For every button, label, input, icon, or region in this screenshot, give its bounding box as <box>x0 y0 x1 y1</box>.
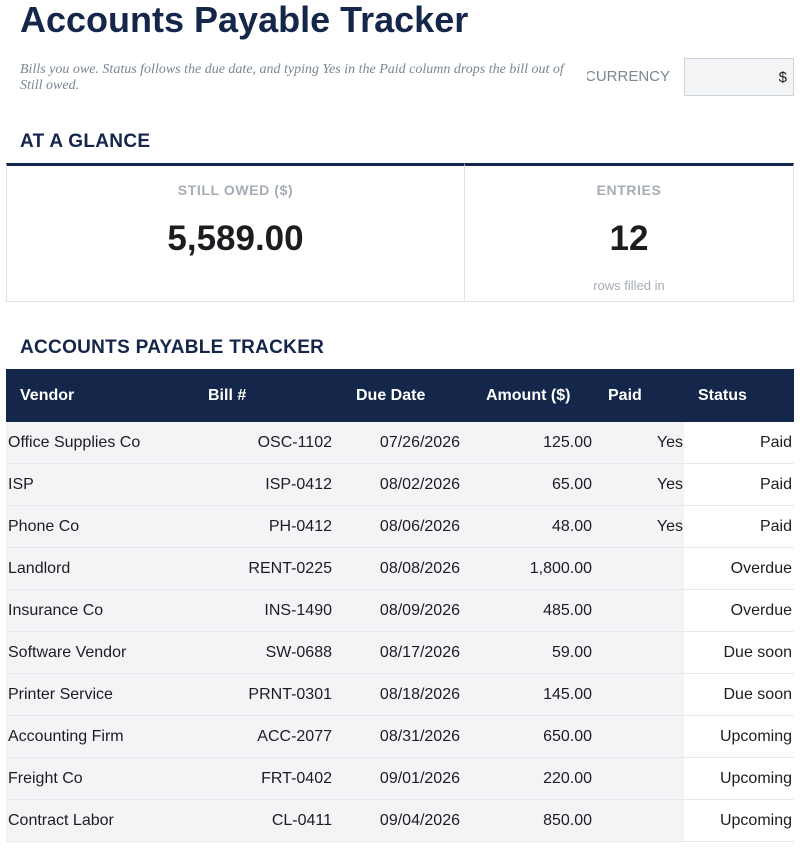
cell-amount[interactable]: 125.00 <box>470 422 598 464</box>
page-title: Accounts Payable Tracker <box>20 0 469 40</box>
cell-bill-number[interactable]: CL-0411 <box>200 799 340 842</box>
cell-status[interactable]: Due soon <box>684 631 794 674</box>
table-row: Freight Co FRT-0402 09/01/2026 220.00 Upcomi… <box>6 757 794 800</box>
cell-bill-number[interactable]: INS-1490 <box>200 589 340 632</box>
cell-vendor[interactable]: ISP <box>6 463 200 506</box>
cell-status[interactable]: Overdue <box>684 589 794 632</box>
table-row: Accounting Firm ACC-2077 08/31/2026 650.00 U… <box>6 715 794 758</box>
cell-vendor[interactable]: Office Supplies Co <box>6 422 200 464</box>
cell-vendor[interactable]: Software Vendor <box>6 631 200 674</box>
cell-paid[interactable] <box>598 715 684 758</box>
currency-input[interactable] <box>684 58 794 96</box>
column-header-amount[interactable]: Amount ($) <box>470 369 598 422</box>
cell-amount[interactable]: 485.00 <box>470 589 598 632</box>
cell-status[interactable]: Upcoming <box>684 715 794 758</box>
table-row: Insurance Co INS-1490 08/09/2026 485.00 Over… <box>6 589 794 632</box>
cell-amount[interactable]: 48.00 <box>470 505 598 548</box>
cell-due-date[interactable]: 08/18/2026 <box>340 673 470 716</box>
entries-label: ENTRIES <box>596 182 662 198</box>
table-row: Printer Service PRNT-0301 08/18/2026 145.00… <box>6 673 794 716</box>
cell-bill-number[interactable]: PRNT-0301 <box>200 673 340 716</box>
cell-due-date[interactable]: 07/26/2026 <box>340 422 470 464</box>
cell-paid[interactable]: Yes <box>598 505 684 548</box>
tracker-heading: ACCOUNTS PAYABLE TRACKER <box>20 337 325 358</box>
column-header-status[interactable]: Status <box>684 369 794 422</box>
cell-bill-number[interactable]: ISP-0412 <box>200 463 340 506</box>
cell-vendor[interactable]: Landlord <box>6 547 200 590</box>
cell-vendor[interactable]: Printer Service <box>6 673 200 716</box>
cell-paid[interactable] <box>598 547 684 590</box>
table-row: ISP ISP-0412 08/02/2026 65.00 Yes Paid <box>6 463 794 506</box>
glance-panel: STILL OWED ($) 5,589.00 ENTRIES 12 rows … <box>6 163 794 302</box>
cell-bill-number[interactable]: PH-0412 <box>200 505 340 548</box>
cell-paid[interactable] <box>598 631 684 674</box>
cell-amount[interactable]: 65.00 <box>470 463 598 506</box>
cell-bill-number[interactable]: SW-0688 <box>200 631 340 674</box>
cell-amount[interactable]: 1,800.00 <box>470 547 598 590</box>
cell-due-date[interactable]: 09/04/2026 <box>340 799 470 842</box>
entries-card: ENTRIES 12 rows filled in <box>464 163 794 302</box>
cell-paid[interactable]: Yes <box>598 463 684 506</box>
cell-amount[interactable]: 220.00 <box>470 757 598 800</box>
cell-due-date[interactable]: 09/01/2026 <box>340 757 470 800</box>
table-row: Office Supplies Co OSC-1102 07/26/2026 125.… <box>6 422 794 464</box>
cell-vendor[interactable]: Freight Co <box>6 757 200 800</box>
cell-amount[interactable]: 145.00 <box>470 673 598 716</box>
cell-due-date[interactable]: 08/02/2026 <box>340 463 470 506</box>
still-owed-card: STILL OWED ($) 5,589.00 <box>6 163 465 302</box>
cell-due-date[interactable]: 08/08/2026 <box>340 547 470 590</box>
cell-status[interactable]: Due soon <box>684 673 794 716</box>
cell-bill-number[interactable]: OSC-1102 <box>200 422 340 464</box>
column-header-vendor[interactable]: Vendor <box>6 369 200 422</box>
cell-status[interactable]: Paid <box>684 463 794 506</box>
column-header-paid[interactable]: Paid <box>598 369 684 422</box>
cell-due-date[interactable]: 08/09/2026 <box>340 589 470 632</box>
payables-table: Vendor Bill # Due Date Amount ($) Paid S… <box>6 369 794 842</box>
cell-bill-number[interactable]: RENT-0225 <box>200 547 340 590</box>
cell-paid[interactable] <box>598 757 684 800</box>
cell-status[interactable]: Paid <box>684 422 794 464</box>
cell-bill-number[interactable]: FRT-0402 <box>200 757 340 800</box>
column-header-due-date[interactable]: Due Date <box>340 369 470 422</box>
still-owed-value: 5,589.00 <box>167 219 304 258</box>
cell-due-date[interactable]: 08/17/2026 <box>340 631 470 674</box>
cell-amount[interactable]: 650.00 <box>470 715 598 758</box>
cell-status[interactable]: Overdue <box>684 547 794 590</box>
cell-status[interactable]: Upcoming <box>684 799 794 842</box>
entries-value: 12 <box>609 219 649 258</box>
cell-amount[interactable]: 850.00 <box>470 799 598 842</box>
cell-vendor[interactable]: Insurance Co <box>6 589 200 632</box>
currency-label: CURRENCY <box>587 68 670 85</box>
cell-paid[interactable] <box>598 589 684 632</box>
cell-amount[interactable]: 59.00 <box>470 631 598 674</box>
cell-paid[interactable]: Yes <box>598 422 684 464</box>
cell-status[interactable]: Upcoming <box>684 757 794 800</box>
table-row: Landlord RENT-0225 08/08/2026 1,800.00 Overd… <box>6 547 794 590</box>
table-row: Phone Co PH-0412 08/06/2026 48.00 Yes Paid <box>6 505 794 548</box>
still-owed-label: STILL OWED ($) <box>177 182 294 198</box>
cell-vendor[interactable]: Contract Labor <box>6 799 200 842</box>
column-header-bill[interactable]: Bill # <box>200 369 340 422</box>
entries-note: rows filled in <box>593 278 665 293</box>
cell-due-date[interactable]: 08/31/2026 <box>340 715 470 758</box>
table-header-row: Vendor Bill # Due Date Amount ($) Paid S… <box>6 369 794 422</box>
glance-heading: AT A GLANCE <box>20 131 151 152</box>
cell-due-date[interactable]: 08/06/2026 <box>340 505 470 548</box>
table-row: Contract Labor CL-0411 09/04/2026 850.00 Upc… <box>6 799 794 842</box>
cell-status[interactable]: Paid <box>684 505 794 548</box>
cell-paid[interactable] <box>598 799 684 842</box>
page-subtitle: Bills you owe. Status follows the due da… <box>20 62 564 93</box>
cell-vendor[interactable]: Accounting Firm <box>6 715 200 758</box>
cell-paid[interactable] <box>598 673 684 716</box>
cell-vendor[interactable]: Phone Co <box>6 505 200 548</box>
table-row: Software Vendor SW-0688 08/17/2026 59.00 Due… <box>6 631 794 674</box>
cell-bill-number[interactable]: ACC-2077 <box>200 715 340 758</box>
